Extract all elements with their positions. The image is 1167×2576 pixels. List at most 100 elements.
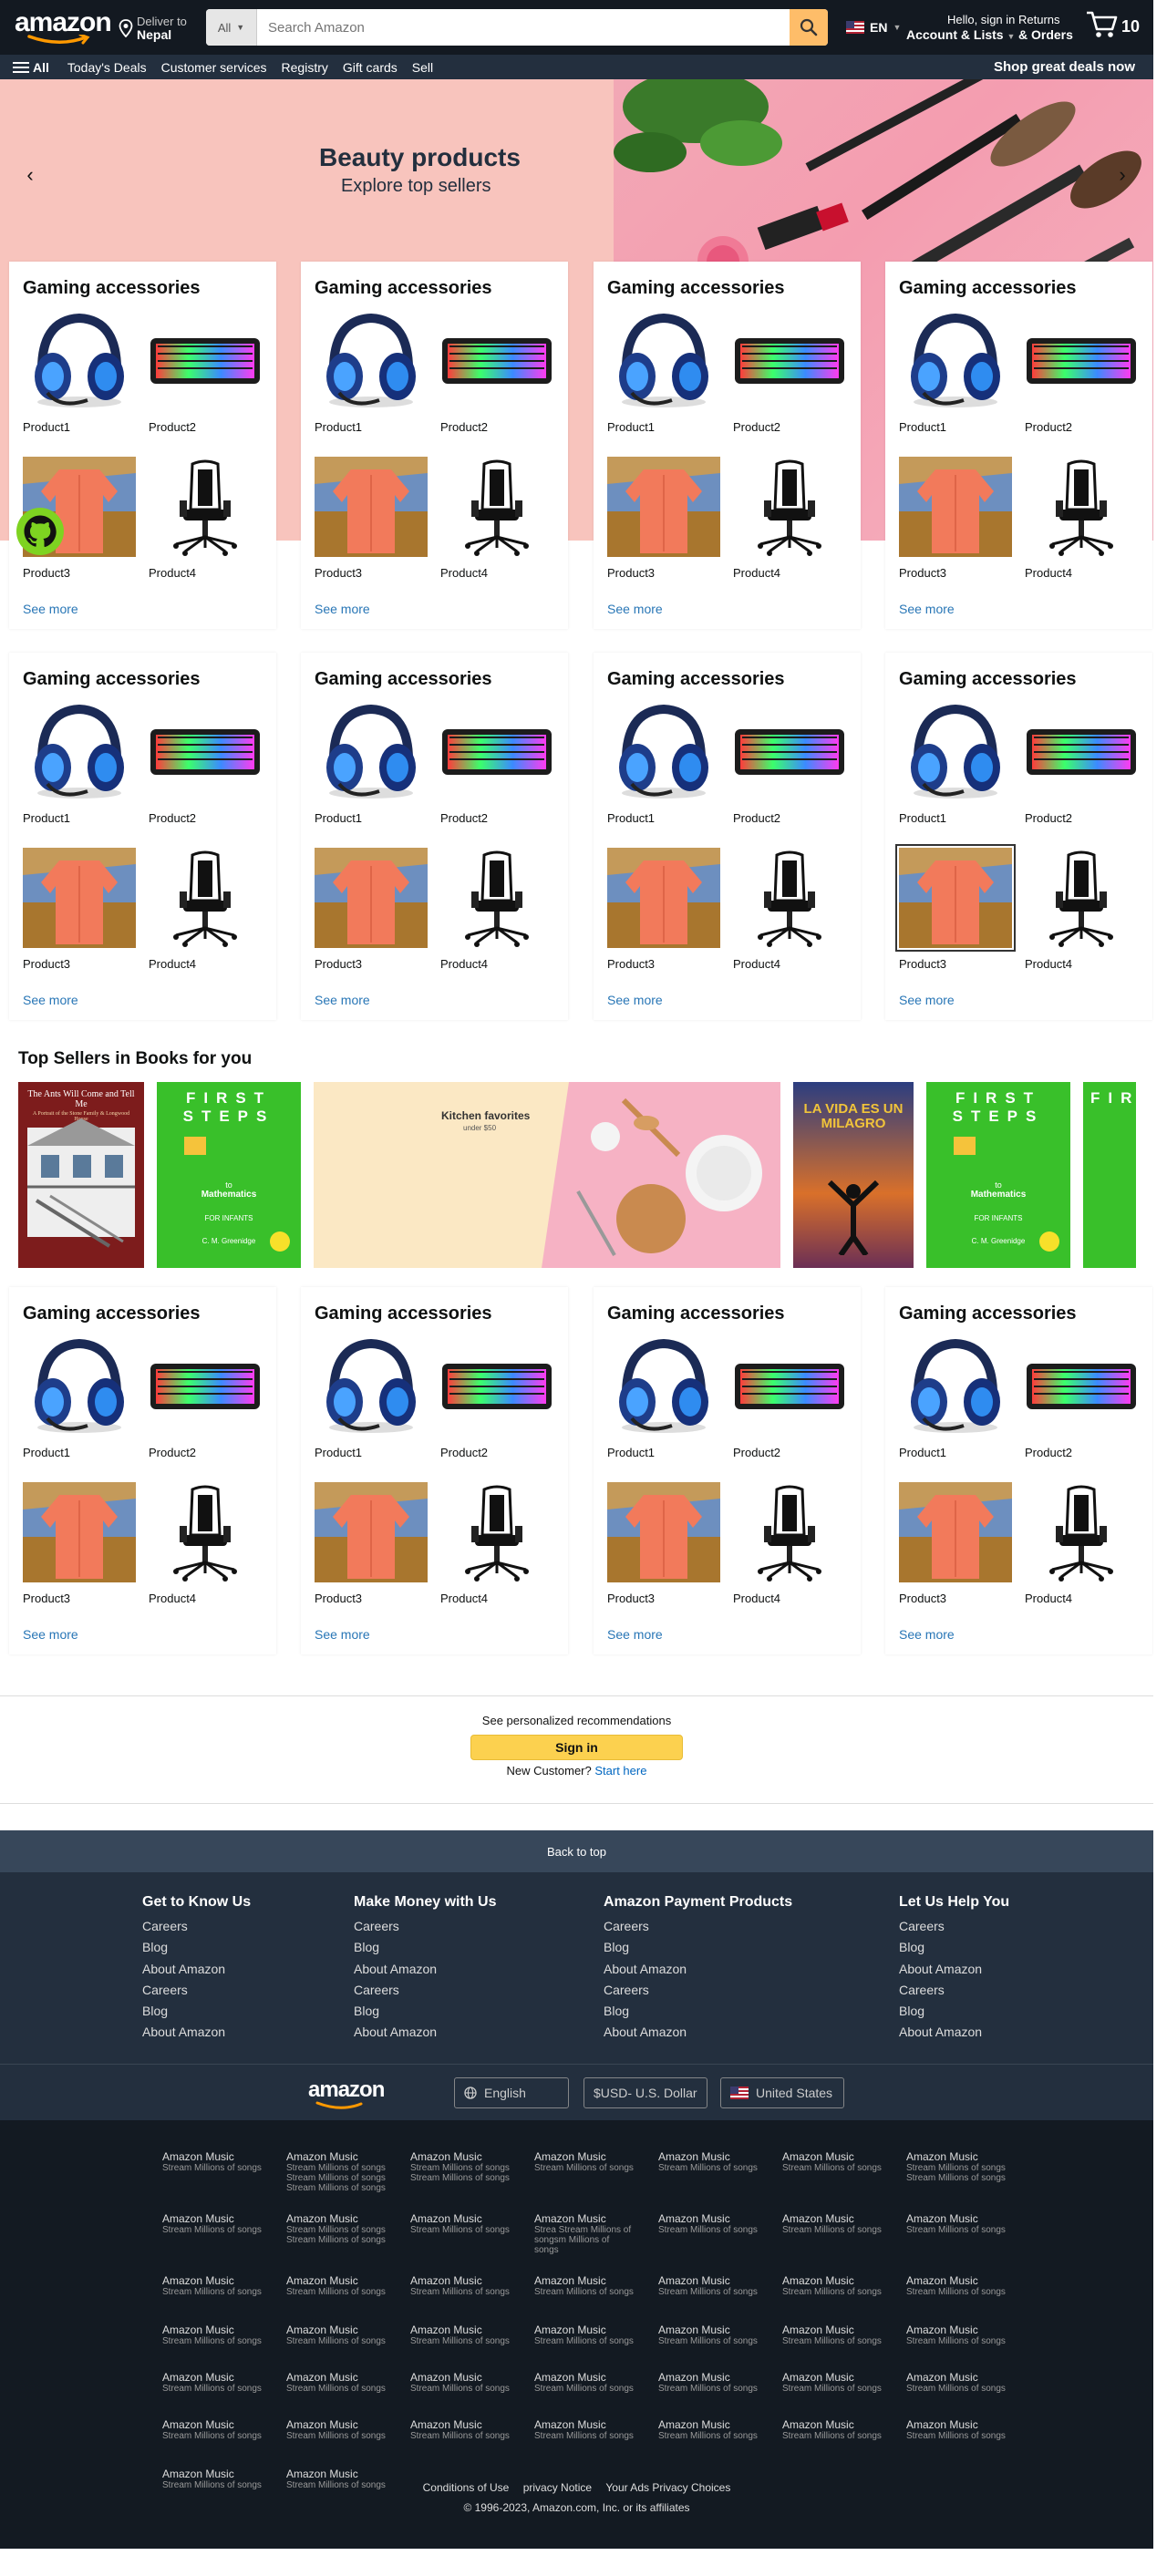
product-tile[interactable]: Product4 [733, 457, 850, 593]
footer-link[interactable]: About Amazon [899, 1959, 1009, 1980]
footer-link[interactable]: Careers [354, 1916, 496, 1937]
headset-image[interactable] [607, 311, 720, 411]
headset-image[interactable] [23, 702, 136, 802]
footer-link[interactable]: About Amazon [604, 2022, 792, 2043]
footer-service-link[interactable]: Amazon Music Stream Millions of songs [906, 2372, 1007, 2395]
product-tile[interactable]: Product1 [607, 702, 724, 839]
product-tile[interactable]: Product3 [607, 457, 724, 593]
footer-service-link[interactable]: Amazon Music Stream Millions of songs [534, 2324, 635, 2347]
footer-service-link[interactable]: Amazon Music Stream Millions of songs Str… [286, 2213, 387, 2246]
footer-service-link[interactable]: Amazon Music Stream Millions of songs [782, 2419, 883, 2442]
footer-service-link[interactable]: Amazon Music Stream Millions of songs [534, 2419, 635, 2442]
search-category-select[interactable]: All ▼ [206, 9, 257, 46]
returns-orders[interactable]: Returns & Orders [1018, 13, 1073, 42]
footer-link[interactable]: Blog [142, 2001, 251, 2022]
see-more-link[interactable]: See more [899, 1627, 955, 1642]
keyboard-image[interactable] [1025, 1336, 1138, 1437]
footer-service-link[interactable]: Amazon Music Stream Millions of songs [286, 2324, 387, 2347]
product-tile[interactable]: Product4 [149, 1482, 265, 1619]
headset-image[interactable] [899, 311, 1012, 411]
shirt-image[interactable] [607, 848, 720, 948]
keyboard-image[interactable] [1025, 702, 1138, 802]
product-tile[interactable]: Product2 [440, 1336, 557, 1473]
product-tile[interactable]: Product4 [1025, 1482, 1141, 1619]
product-tile[interactable]: Product1 [607, 311, 724, 448]
footer-link[interactable]: Blog [604, 2001, 792, 2022]
see-more-link[interactable]: See more [23, 1627, 78, 1642]
footer-service-link[interactable]: Amazon Music Stream Millions of songs Str… [286, 2151, 387, 2194]
footer-link[interactable]: About Amazon [604, 1959, 792, 1980]
product-tile[interactable]: Product2 [733, 1336, 850, 1473]
see-more-link[interactable]: See more [23, 993, 78, 1007]
shirt-image[interactable] [607, 457, 720, 557]
footer-service-link[interactable]: Amazon Music Stream Millions of songs [658, 2372, 759, 2395]
product-tile[interactable]: Product1 [607, 1336, 724, 1473]
footer-link[interactable]: Careers [354, 1980, 496, 2001]
footer-service-link[interactable]: Amazon Music Stream Millions of songs [162, 2419, 263, 2442]
see-more-link[interactable]: See more [607, 1627, 663, 1642]
kitchen-favorites-banner[interactable]: Kitchen favorites under $50 [314, 1082, 780, 1268]
product-tile[interactable]: Product3 [607, 1482, 724, 1619]
gaming-chair-image[interactable] [733, 1482, 846, 1582]
subnav-registry[interactable]: Registry [282, 60, 328, 75]
footer-service-link[interactable]: Amazon Music Stream Millions of songs [906, 2324, 1007, 2347]
product-tile[interactable]: Product2 [149, 1336, 265, 1473]
footer-service-link[interactable]: Amazon Music Stream Millions of songs [534, 2275, 635, 2298]
footer-link[interactable]: Blog [899, 1937, 1009, 1958]
product-tile[interactable]: Product1 [23, 311, 139, 448]
footer-service-link[interactable]: Amazon Music Stream Millions of songs [286, 2275, 387, 2298]
footer-service-link[interactable]: Amazon Music Stream Millions of songs [906, 2213, 1007, 2236]
keyboard-image[interactable] [440, 702, 553, 802]
subnav-promo[interactable]: Shop great deals now [994, 59, 1135, 75]
footer-service-link[interactable]: Amazon Music Stream Millions of songs [906, 2419, 1007, 2442]
carousel-next-button[interactable]: › [1109, 161, 1136, 189]
footer-service-link[interactable]: Amazon Music Strea Stream Millions of son… [534, 2213, 635, 2256]
footer-link[interactable]: Careers [899, 1980, 1009, 2001]
see-more-link[interactable]: See more [315, 993, 370, 1007]
book-cover-la-vida[interactable]: LA VIDA ES UN MILAGRO [793, 1082, 914, 1268]
footer-service-link[interactable]: Amazon Music Stream Millions of songs [162, 2372, 263, 2395]
product-tile[interactable]: Product1 [899, 702, 1016, 839]
product-tile[interactable]: Product3 [315, 848, 431, 984]
product-tile[interactable]: Product1 [899, 1336, 1016, 1473]
headset-image[interactable] [315, 702, 428, 802]
search-button[interactable] [790, 9, 828, 46]
product-tile[interactable]: Product2 [1025, 1336, 1141, 1473]
product-tile[interactable]: Product2 [440, 702, 557, 839]
shirt-image[interactable] [23, 848, 136, 948]
shirt-image[interactable] [899, 1482, 1012, 1582]
see-more-link[interactable]: See more [23, 602, 78, 616]
keyboard-image[interactable] [1025, 311, 1138, 411]
footer-service-link[interactable]: Amazon Music Stream Millions of songs Str… [906, 2151, 1007, 2184]
gaming-chair-image[interactable] [440, 848, 553, 948]
footer-amazon-logo[interactable]: amazon [308, 2079, 385, 2110]
see-more-link[interactable]: See more [899, 602, 955, 616]
subnav-customer-services[interactable]: Customer services [161, 60, 267, 75]
shirt-image[interactable] [899, 457, 1012, 557]
footer-link[interactable]: About Amazon [899, 2022, 1009, 2043]
privacy-link[interactable]: privacy Notice [523, 2481, 592, 2494]
footer-service-link[interactable]: Amazon Music Stream Millions of songs [782, 2324, 883, 2347]
see-more-link[interactable]: See more [315, 1627, 370, 1642]
product-tile[interactable]: Product3 [23, 848, 139, 984]
gaming-chair-image[interactable] [440, 1482, 553, 1582]
shirt-image[interactable] [895, 844, 1016, 952]
see-more-link[interactable]: See more [607, 602, 663, 616]
book-cover-ants[interactable]: The Ants Will Come and Tell Me A Portrai… [18, 1082, 144, 1268]
footer-service-link[interactable]: Amazon Music Stream Millions of songs Str… [410, 2151, 511, 2184]
start-here-link[interactable]: Start here [594, 1764, 646, 1777]
footer-service-link[interactable]: Amazon Music Stream Millions of songs [162, 2213, 263, 2236]
headset-image[interactable] [899, 702, 1012, 802]
product-tile[interactable]: Product1 [899, 311, 1016, 448]
footer-service-link[interactable]: Amazon Music Stream Millions of songs [410, 2372, 511, 2395]
product-tile[interactable]: Product4 [733, 848, 850, 984]
cart-button[interactable]: 10 [1085, 9, 1140, 40]
gaming-chair-image[interactable] [440, 457, 553, 557]
back-to-top-button[interactable]: Back to top [0, 1830, 1153, 1872]
footer-service-link[interactable]: Amazon Music Stream Millions of songs [534, 2151, 635, 2174]
subnav-gift-cards[interactable]: Gift cards [343, 60, 398, 75]
product-tile[interactable]: Product3 [315, 457, 431, 593]
product-tile[interactable]: Product3 [899, 457, 1016, 593]
book-cover-first-steps[interactable]: FIRST STEPS to Mathematics FOR INFANTS C… [157, 1082, 301, 1268]
headset-image[interactable] [315, 1336, 428, 1437]
